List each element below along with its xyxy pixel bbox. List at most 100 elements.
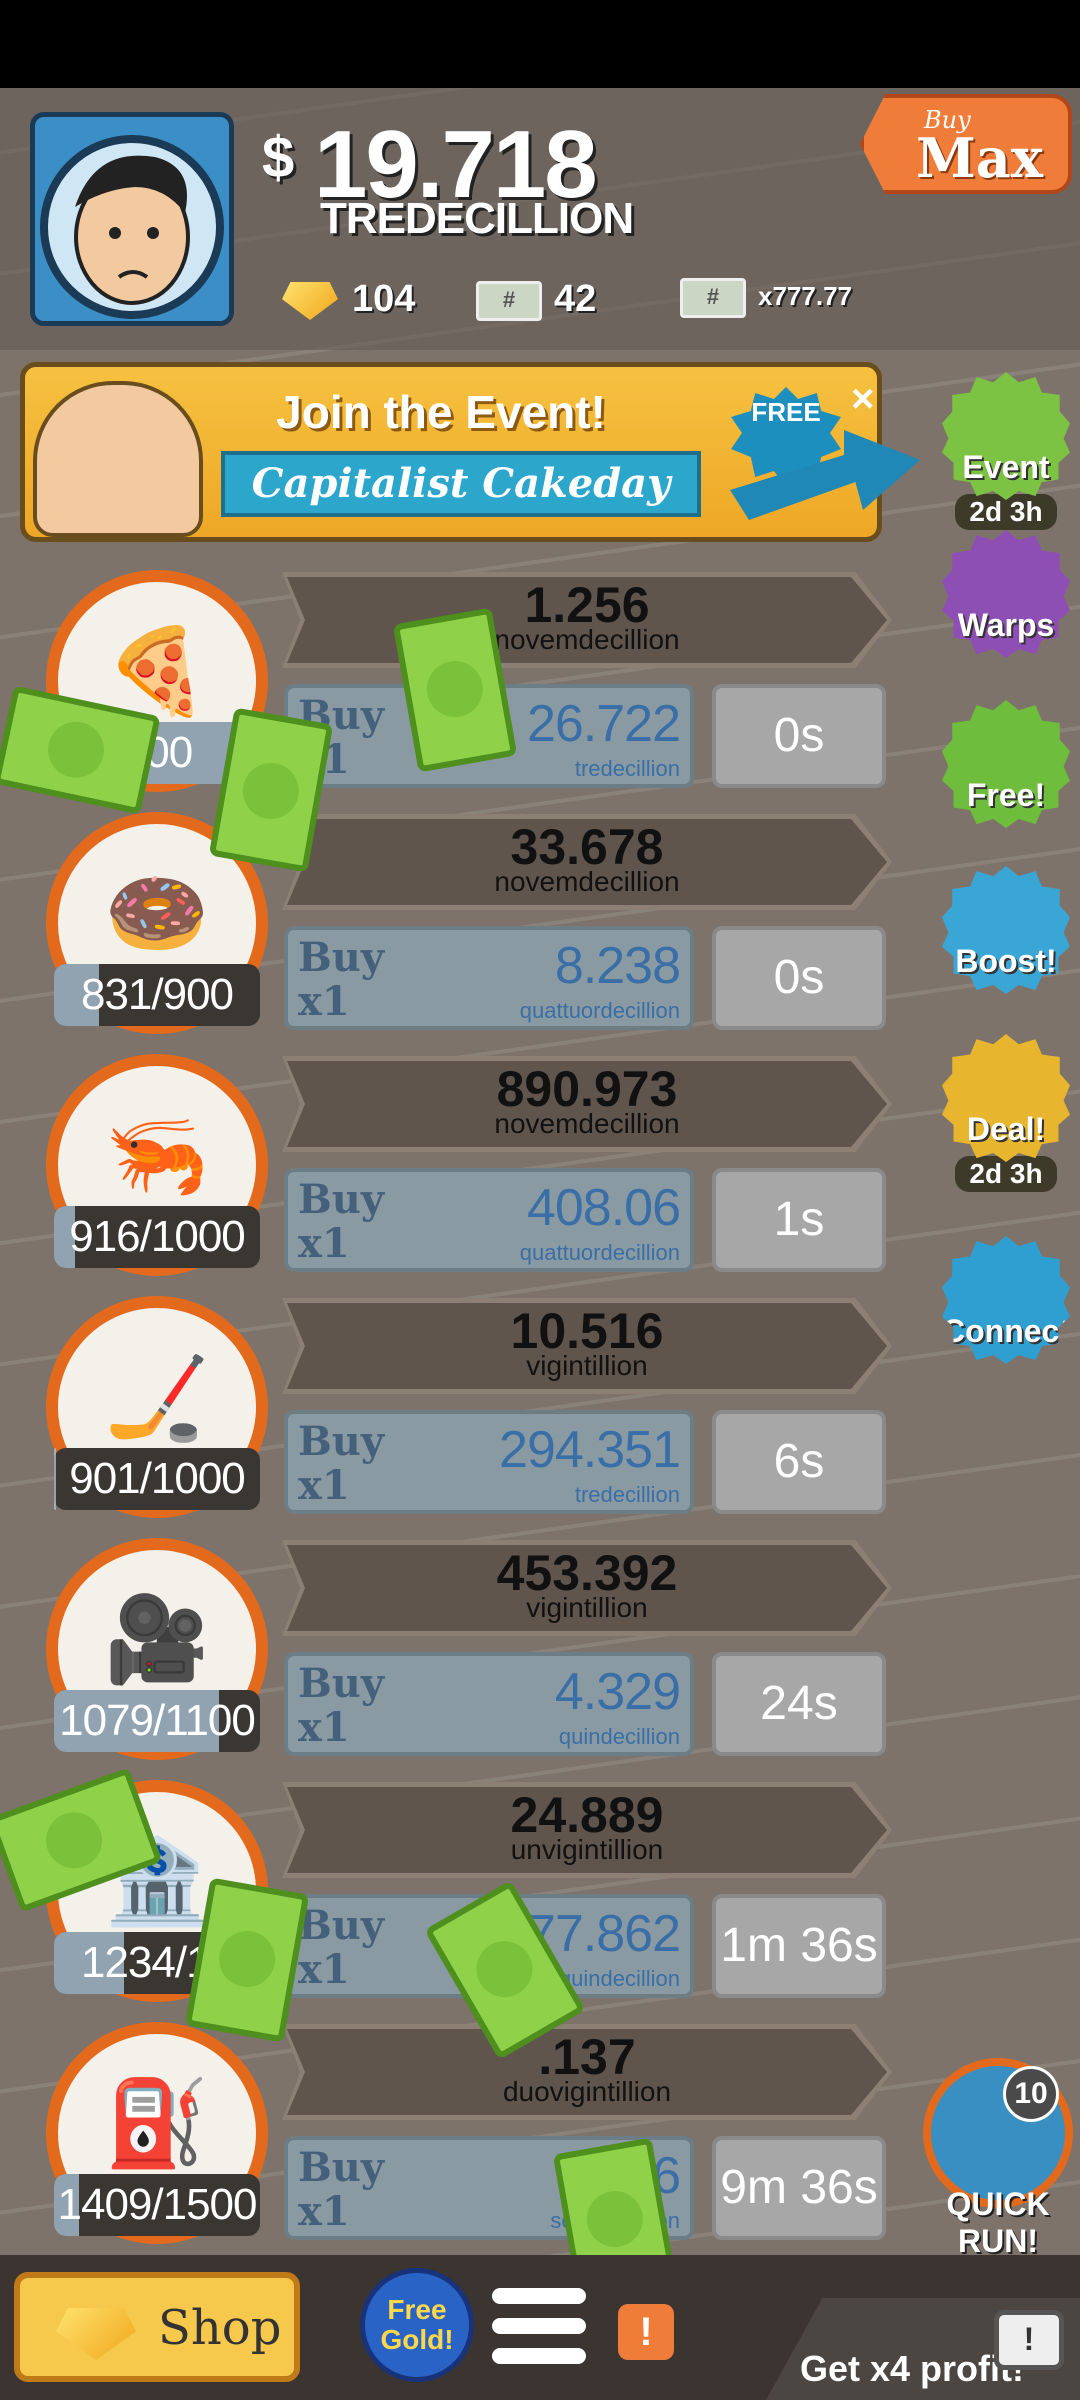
- side-button-label: Event: [962, 449, 1050, 485]
- shrimp-icon: 🦐: [104, 1108, 210, 1202]
- megabucks-counter: #42: [476, 278, 596, 321]
- owned-label: 1079/1100: [59, 1696, 256, 1745]
- timer-display: 24s: [712, 1652, 886, 1756]
- buy-label: Buyx1: [298, 936, 384, 1024]
- player-avatar[interactable]: [30, 112, 234, 326]
- buy-cost-unit: tredecillion: [574, 756, 680, 781]
- side-button-warps[interactable]: 2Warps: [938, 530, 1074, 658]
- quick-run-button[interactable]: 10 QUICK RUN!: [918, 2058, 1078, 2259]
- owned-label: 916/1000: [69, 1212, 246, 1261]
- capitalist-portrait-icon: [40, 135, 224, 319]
- buy-quantity: x1: [298, 1462, 350, 1509]
- warp-icon: Warps: [942, 530, 1070, 658]
- business-row: 🎥 1079/1100 453.392 vigintillion Buy x1 4.329 q…: [0, 1534, 920, 1772]
- owned-count: 916/1000: [54, 1206, 260, 1268]
- timer-display: 1m 36s: [712, 1894, 886, 1998]
- side-button-boost[interactable]: Boost!: [938, 866, 1074, 994]
- owned-label: 901/1000: [69, 1454, 246, 1503]
- free-gold-button[interactable]: Free Gold!: [360, 2268, 474, 2382]
- profit-bar: 10.516 vigintillion: [282, 1298, 892, 1394]
- oil-rig-icon: ⛽: [104, 2076, 210, 2170]
- alert-icon[interactable]: !: [618, 2304, 674, 2360]
- buy-label: Buyx1: [298, 1904, 384, 1992]
- profit-unit: novemdecillion: [494, 866, 680, 897]
- buy-text: Buy: [298, 934, 385, 981]
- profit-bar: 33.678 novemdecillion: [282, 814, 892, 910]
- car-icon: Boost!: [942, 866, 1070, 994]
- buy-button[interactable]: Buy x1 4.329 quindecillion: [284, 1652, 694, 1756]
- free-gold-label-2: Gold!: [380, 2324, 454, 2355]
- owned-label: 1409/1500: [57, 2180, 258, 2229]
- side-button-connect[interactable]: Connect: [938, 1236, 1074, 1364]
- buy-text: Buy: [298, 1176, 385, 1223]
- side-button-label: Free!: [966, 777, 1046, 813]
- buy-cost-unit: quattuordecillion: [519, 998, 680, 1023]
- timer-display: 0s: [712, 926, 886, 1030]
- quick-run-count: 10: [1003, 2066, 1059, 2122]
- buy-cost: 8.238: [554, 937, 681, 995]
- profit-unit: vigintillion: [526, 1592, 648, 1623]
- quick-run-label: QUICK RUN!: [946, 2186, 1050, 2259]
- profit-bar: .137 duovigintillion: [282, 2024, 892, 2120]
- buy-button[interactable]: Buy x1 294.351 tredecillion: [284, 1410, 694, 1514]
- buy-cost: 4.329: [554, 1663, 681, 1721]
- buy-quantity: x1: [298, 1220, 350, 1267]
- buy-label: Buyx1: [298, 1178, 384, 1266]
- profit-unit: novemdecillion: [494, 1108, 680, 1139]
- buy-button[interactable]: Buy x1 8.238 quattuordecillion: [284, 926, 694, 1030]
- buy-cost-unit: quindecillion: [558, 1966, 680, 1991]
- party-capitalist-icon: [33, 381, 203, 537]
- side-button-label: Boost!: [955, 943, 1057, 979]
- buy-mode-value: Max: [916, 126, 1043, 190]
- side-button-event[interactable]: Event 2d 3h: [938, 372, 1074, 530]
- buy-button[interactable]: Buy x1 408.06 quattuordecillion: [284, 1168, 694, 1272]
- buy-quantity: x1: [298, 1946, 350, 1993]
- menu-icon[interactable]: [492, 2288, 586, 2378]
- buy-cost-unit: quattuordecillion: [519, 1240, 680, 1265]
- buy-quantity: x1: [298, 978, 350, 1025]
- shop-button[interactable]: Shop: [14, 2272, 300, 2382]
- gold-bar-icon: [282, 281, 338, 320]
- megabucks-count: 42: [554, 278, 597, 320]
- cash-unit: TREDECILLION: [320, 194, 634, 243]
- buy-label: Buyx1: [298, 1662, 384, 1750]
- profit-bar: 453.392 vigintillion: [282, 1540, 892, 1636]
- business-row: 🦐 916/1000 890.973 novemdecillion Buy x1 408.0…: [0, 1050, 920, 1288]
- hockey-icon: 🏒: [104, 1350, 210, 1444]
- angel-bill-icon: #: [680, 278, 746, 318]
- side-button-free[interactable]: Free!: [938, 700, 1074, 828]
- timer-display: 9m 36s: [712, 2136, 886, 2240]
- close-icon[interactable]: ×: [851, 377, 874, 422]
- profit-unit: novemdecillion: [494, 624, 680, 655]
- profit-bar: 1.256 novemdecillion: [282, 572, 892, 668]
- buy-max-button[interactable]: Buy Max: [860, 94, 1072, 194]
- owned-progress-fill: [54, 1448, 57, 1510]
- buy-text: Buy: [298, 2144, 385, 2191]
- business-row: 🍩 831/900 33.678 novemdecillion Buy x1 8.238 qu…: [0, 808, 920, 1046]
- timer-display: 0s: [712, 684, 886, 788]
- donut-icon: 🍩: [104, 866, 210, 960]
- buy-quantity: x1: [298, 1704, 350, 1751]
- side-button-deal[interactable]: Deal! 2d 3h: [938, 1034, 1074, 1192]
- timer-display: 6s: [712, 1410, 886, 1514]
- owned-count: 831/900: [54, 964, 260, 1026]
- side-button-label: Deal!: [966, 1111, 1046, 1147]
- status-bar: [0, 0, 1080, 88]
- side-button-label: Warps: [957, 607, 1055, 643]
- gold-bar-icon: [56, 2308, 136, 2360]
- event-title: Join the Event!: [276, 386, 606, 438]
- buy-cost-unit: tredecillion: [574, 1482, 680, 1507]
- tv-icon: Free!: [942, 700, 1070, 828]
- profit-unit: duovigintillion: [502, 2076, 672, 2107]
- profit-bar: 890.973 novemdecillion: [282, 1056, 892, 1152]
- business-row: 🏒 901/1000 10.516 vigintillion Buy x1 294.351 t…: [0, 1292, 920, 1530]
- side-button-label: Connect: [942, 1313, 1070, 1349]
- tv-ad-icon[interactable]: !: [994, 2310, 1064, 2370]
- owned-count: 1079/1100: [54, 1690, 260, 1752]
- buy-text: Buy: [298, 1418, 385, 1465]
- cake-icon: Event: [942, 372, 1070, 500]
- profit-unit: vigintillion: [526, 1350, 648, 1381]
- gold-count: 104: [352, 278, 416, 320]
- buy-quantity: x1: [298, 2188, 350, 2235]
- buy-text: Buy: [298, 1902, 385, 1949]
